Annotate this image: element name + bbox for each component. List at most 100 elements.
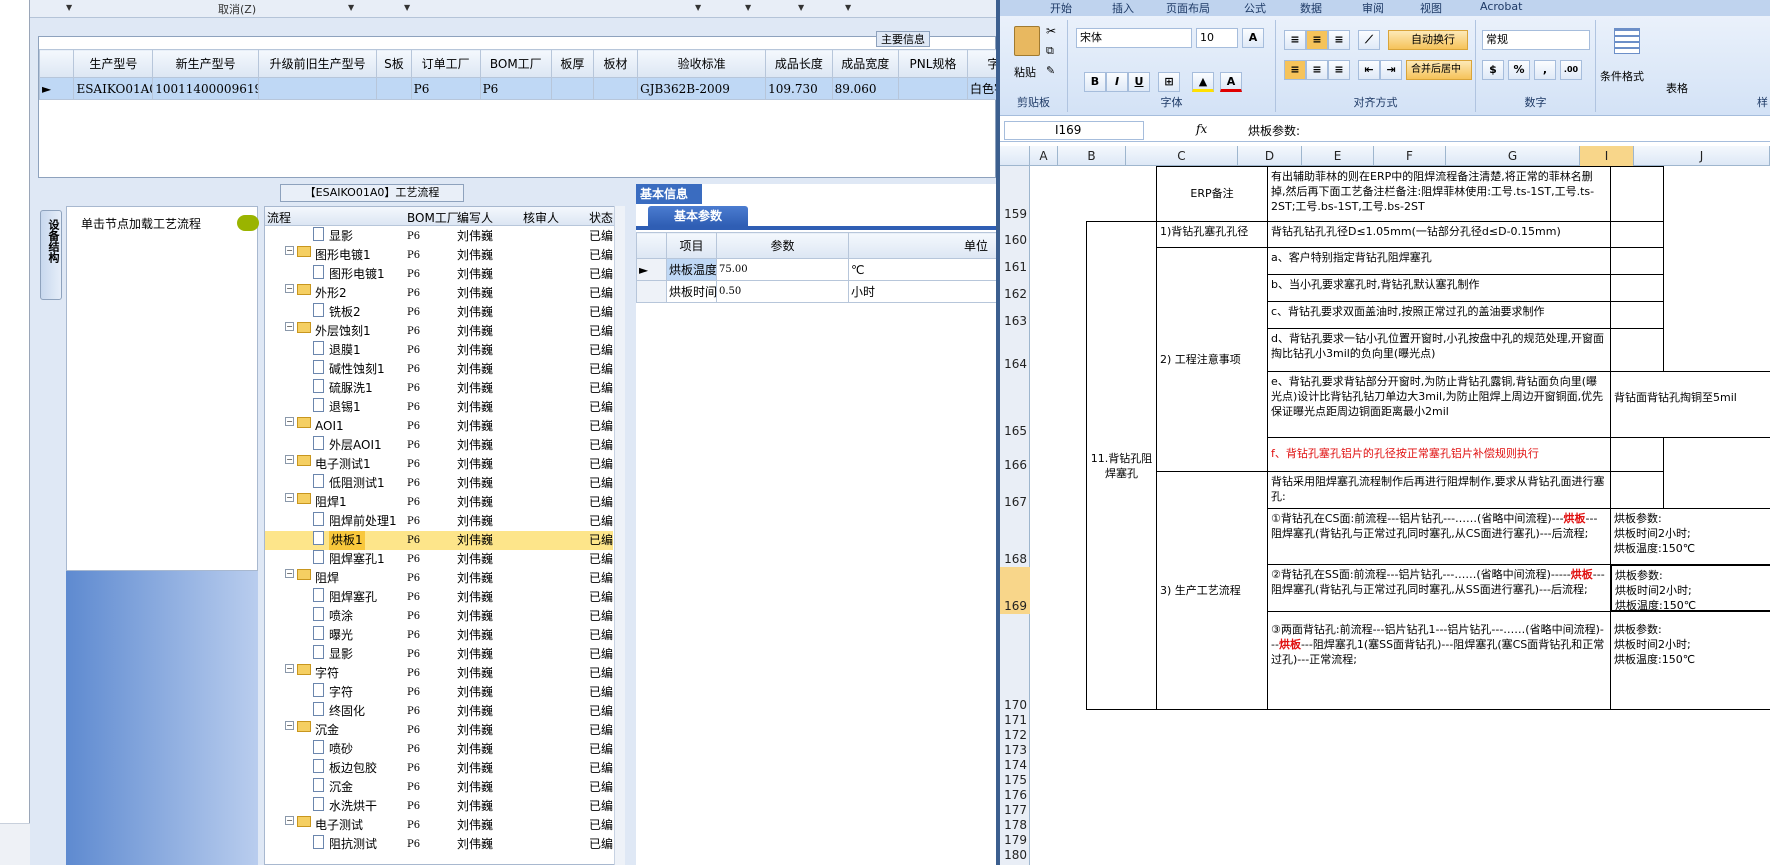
tree-row[interactable]: 显影 P6 刘伟巍 已编: [265, 645, 613, 664]
collapse-toggle-icon[interactable]: −: [285, 493, 294, 502]
collapse-toggle-icon[interactable]: −: [285, 246, 294, 255]
cell[interactable]: ①背钻孔在CS面:前流程---铝片钻孔---……(省略中间流程)---烘板---…: [1267, 508, 1611, 565]
row-header[interactable]: 174: [1000, 758, 1030, 773]
row-header[interactable]: 162: [1000, 287, 1030, 302]
cell[interactable]: 有出辅助菲林的则在ERP中的阻焊流程备注清楚,将正常的菲林名删掉,然后再下面工艺…: [1267, 166, 1611, 222]
select-all[interactable]: [1000, 146, 1030, 166]
tab-home[interactable]: 开始: [1050, 0, 1072, 16]
align-top-button[interactable]: ≡: [1284, 30, 1306, 50]
column-header[interactable]: 成品宽度: [831, 49, 900, 78]
column-header[interactable]: BOM工厂: [407, 209, 459, 226]
collapse-toggle-icon[interactable]: −: [285, 664, 294, 673]
cell[interactable]: 1)背钻孔塞孔孔径: [1156, 221, 1268, 248]
table-row[interactable]: ► ESAIKO01A0 10011400009619 P6 P6 GJB362…: [38, 77, 1070, 100]
process-tab-title[interactable]: 【ESAIKO01A0】工艺流程: [280, 184, 464, 202]
column-header[interactable]: 成品长度: [765, 49, 833, 78]
side-tab-equipment[interactable]: 设备结构: [40, 210, 62, 300]
tree-row[interactable]: 图形电镀1 P6 刘伟巍 已编: [265, 265, 613, 284]
cell[interactable]: c、背钻孔要求双面盖油时,按照正常过孔的盖油要求制作: [1267, 301, 1611, 329]
row-header[interactable]: 168: [1000, 552, 1030, 567]
merge-center-button[interactable]: 合并后居中: [1406, 60, 1472, 80]
row-header[interactable]: 169: [1000, 567, 1030, 614]
formula-content[interactable]: 烘板参数:: [1248, 122, 1300, 139]
number-format-select[interactable]: 常规: [1482, 30, 1590, 50]
param-item[interactable]: 烘板温度: [666, 258, 717, 281]
conditional-format-icon[interactable]: [1614, 28, 1640, 54]
grow-font-button[interactable]: A: [1242, 28, 1264, 48]
column-header[interactable]: 项目: [666, 232, 717, 259]
cell[interactable]: [1610, 301, 1664, 329]
tree-row[interactable]: 退膜1 P6 刘伟巍 已编: [265, 341, 613, 360]
font-size-select[interactable]: 10: [1196, 28, 1238, 48]
row-header[interactable]: 178: [1000, 818, 1030, 833]
table-row[interactable]: ► 烘板温度 75.00 ℃: [636, 258, 997, 281]
column-header[interactable]: 流程: [267, 209, 291, 226]
border-button[interactable]: ⊞: [1158, 72, 1180, 92]
cell[interactable]: f、背钻孔塞孔铝片的孔径按正常塞孔铝片补偿规则执行: [1267, 437, 1611, 472]
cell[interactable]: [550, 77, 594, 100]
row-header[interactable]: 173: [1000, 743, 1030, 758]
tree-row[interactable]: 阻抗测试 P6 刘伟巍 已编: [265, 835, 613, 854]
column-header[interactable]: 核审人: [523, 209, 559, 226]
tree-row[interactable]: − 外层蚀刻1 P6 刘伟巍 已编: [265, 322, 613, 341]
column-header[interactable]: 编写人: [457, 209, 493, 226]
wrap-text-button[interactable]: 自动换行: [1388, 30, 1468, 50]
align-left-button[interactable]: ≡: [1284, 60, 1306, 80]
dropdown-arrow-icon[interactable]: ▼: [845, 3, 851, 12]
dropdown-arrow-icon[interactable]: ▼: [695, 3, 701, 12]
align-center-button[interactable]: ≡: [1306, 60, 1328, 80]
row-header[interactable]: 166: [1000, 458, 1030, 473]
tab-view[interactable]: 视图: [1420, 0, 1442, 16]
align-middle-button[interactable]: ≡: [1306, 30, 1328, 50]
cell[interactable]: 10011400009619: [152, 77, 260, 100]
cell[interactable]: e、背钻孔要求背钻部分开窗时,为防止背钻孔露铜,背钻面负向里(曝光点)设计比背钻…: [1267, 371, 1611, 438]
collapse-toggle-icon[interactable]: −: [285, 455, 294, 464]
tree-row[interactable]: 退锡1 P6 刘伟巍 已编: [265, 398, 613, 417]
column-header[interactable]: BOM工厂: [479, 49, 552, 78]
name-box[interactable]: I169: [1004, 121, 1144, 140]
column-header[interactable]: G: [1446, 146, 1580, 166]
column-header[interactable]: 参数: [716, 232, 849, 259]
tree-row[interactable]: − 图形电镀1 P6 刘伟巍 已编: [265, 246, 613, 265]
tree-row[interactable]: 铣板2 P6 刘伟巍 已编: [265, 303, 613, 322]
param-value[interactable]: 75.00: [716, 258, 849, 281]
cell[interactable]: 11.背钻孔阻焊塞孔: [1086, 221, 1157, 710]
tree-row[interactable]: − AOI1 P6 刘伟巍 已编: [265, 417, 613, 436]
tree-row[interactable]: − 电子测试1 P6 刘伟巍 已编: [265, 455, 613, 474]
tree-row[interactable]: − 电子测试 P6 刘伟巍 已编: [265, 816, 613, 835]
collapse-toggle-icon[interactable]: −: [285, 284, 294, 293]
param-item[interactable]: 烘板时间: [666, 280, 717, 303]
cell[interactable]: 3) 生产工艺流程: [1156, 471, 1268, 710]
cell[interactable]: ②背钻孔在SS面:前流程---铝片钻孔---……(省略中间流程)-----烘板-…: [1267, 564, 1611, 612]
row-header[interactable]: 163: [1000, 314, 1030, 329]
tree-row[interactable]: 水洗烘干 P6 刘伟巍 已编: [265, 797, 613, 816]
underline-button[interactable]: U: [1128, 72, 1150, 92]
tree-row[interactable]: 阻焊塞孔1 P6 刘伟巍 已编: [265, 550, 613, 569]
table-row[interactable]: 烘板时间 0.50 小时: [636, 280, 997, 303]
param-unit[interactable]: ℃: [848, 258, 997, 281]
tree-row[interactable]: − 字符 P6 刘伟巍 已编: [265, 664, 613, 683]
tree-row[interactable]: 字符 P6 刘伟巍 已编: [265, 683, 613, 702]
cell[interactable]: [1610, 221, 1664, 248]
column-header[interactable]: 新生产型号: [152, 49, 260, 78]
collapse-toggle-icon[interactable]: −: [285, 816, 294, 825]
param-value[interactable]: 0.50: [716, 280, 849, 303]
chat-bubble-icon[interactable]: [237, 215, 259, 231]
cell[interactable]: [258, 77, 378, 100]
dropdown-arrow-icon[interactable]: ▼: [66, 3, 72, 12]
dropdown-arrow-icon[interactable]: ▼: [745, 3, 751, 12]
tree-row[interactable]: 喷涂 P6 刘伟巍 已编: [265, 607, 613, 626]
cell[interactable]: [376, 77, 412, 100]
tree-row[interactable]: 终固化 P6 刘伟巍 已编: [265, 702, 613, 721]
paste-label[interactable]: 粘贴: [1014, 64, 1036, 80]
row-header[interactable]: 179: [1000, 833, 1030, 848]
row-header[interactable]: 167: [1000, 495, 1030, 510]
tree-row[interactable]: 外层AOI1 P6 刘伟巍 已编: [265, 436, 613, 455]
decrease-indent-button[interactable]: ⇤: [1358, 60, 1380, 80]
tree-row[interactable]: 阻焊前处理1 P6 刘伟巍 已编: [265, 512, 613, 531]
cell[interactable]: a、客户特别指定背钻孔阻焊塞孔: [1267, 247, 1611, 275]
row-header[interactable]: 177: [1000, 803, 1030, 818]
tree-row[interactable]: − 阻焊1 P6 刘伟巍 已编: [265, 493, 613, 512]
cell[interactable]: 89.060: [831, 77, 900, 100]
cell[interactable]: GJB362B-2009: [637, 77, 767, 100]
